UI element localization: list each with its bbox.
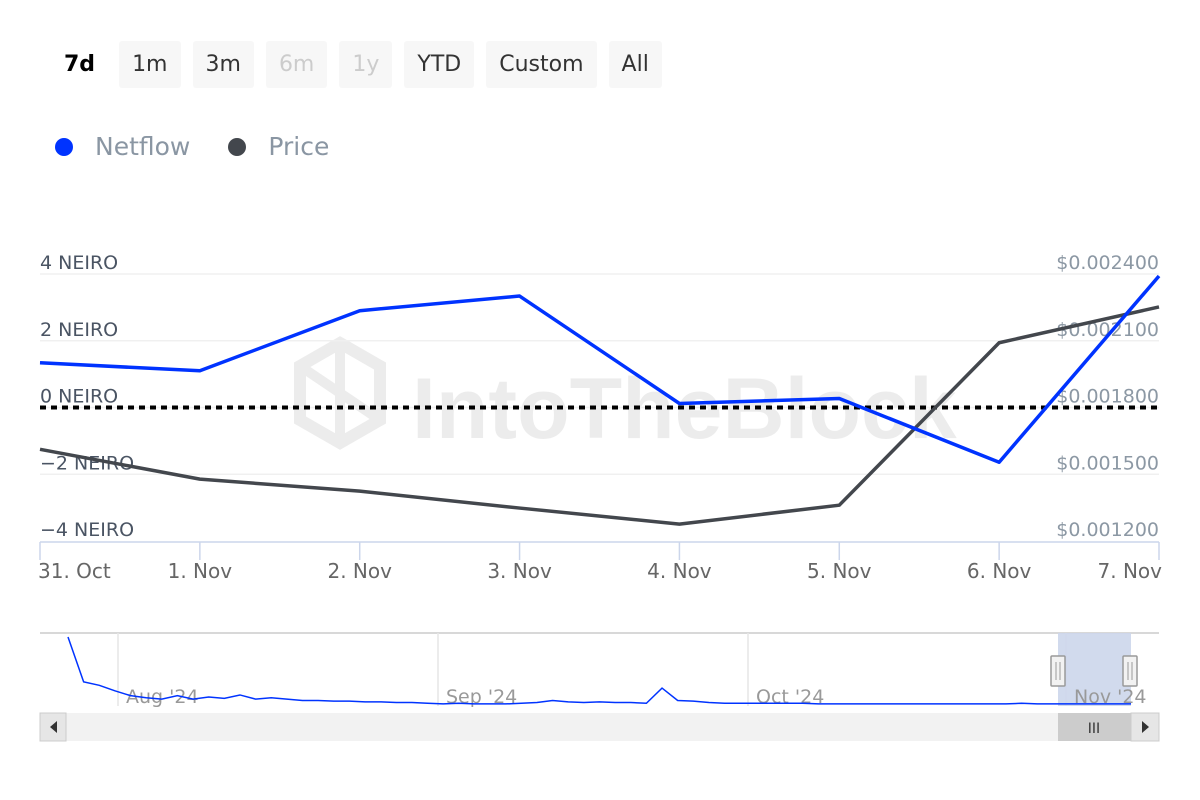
watermark: IntoTheBlock [294,336,957,457]
y-left-tick-label: 4 NEIRO [40,252,118,274]
y-left-tick-label: 0 NEIRO [40,386,118,408]
x-tick-label: 2. Nov [327,559,392,583]
x-tick-label: 5. Nov [807,559,872,583]
x-tick-label: 31. Oct [38,559,111,583]
scrollbar-right-button[interactable] [1130,712,1160,742]
scrollbar-left-button[interactable] [39,712,67,742]
y-left-tick-label: −4 NEIRO [40,519,134,541]
y-right-tick-label: $0.001200 [1056,519,1159,541]
navigator-month-label: Sep '24 [446,686,517,708]
y-right-tick-label: $0.001800 [1056,386,1159,408]
y-right-tick-label: $0.002400 [1056,252,1159,274]
y-right-tick-label: $0.001500 [1056,452,1159,474]
y-axis-left: 4 NEIRO2 NEIRO0 NEIRO−2 NEIRO−4 NEIRO [40,252,134,541]
navigator-month-label: Nov '24 [1074,686,1147,708]
scrollbar-track[interactable] [40,713,1159,741]
y-left-tick-label: 2 NEIRO [40,319,118,341]
x-axis: 31. Oct 1. Nov 2. Nov 3. Nov 4. Nov 5. Nov 6. … [38,541,1163,583]
intotheblock-logo-icon [294,336,386,450]
scrollbar-thumb[interactable]: III [1058,713,1131,741]
x-tick-label: 4. Nov [647,559,712,583]
navigator-series-line [67,636,1131,705]
x-tick-label: 1. Nov [168,559,233,583]
x-tick-label: 7. Nov [1098,559,1163,583]
chart-area: IntoTheBlock 4 NEIRO2 NEIRO0 NEIRO−2 NEI… [38,252,1163,742]
navigator-right-handle[interactable] [1122,655,1138,687]
scrollbar-grip-icon: III [1088,721,1100,737]
x-tick-label: 3. Nov [487,559,552,583]
navigator-month-label: Oct '24 [756,686,824,708]
x-tick-label: 6. Nov [967,559,1032,583]
scrollbar[interactable]: III [39,712,1160,742]
navigator-left-handle[interactable] [1050,655,1066,687]
navigator[interactable]: Aug '24 Sep '24 Oct '24 Nov '24 [40,632,1159,708]
